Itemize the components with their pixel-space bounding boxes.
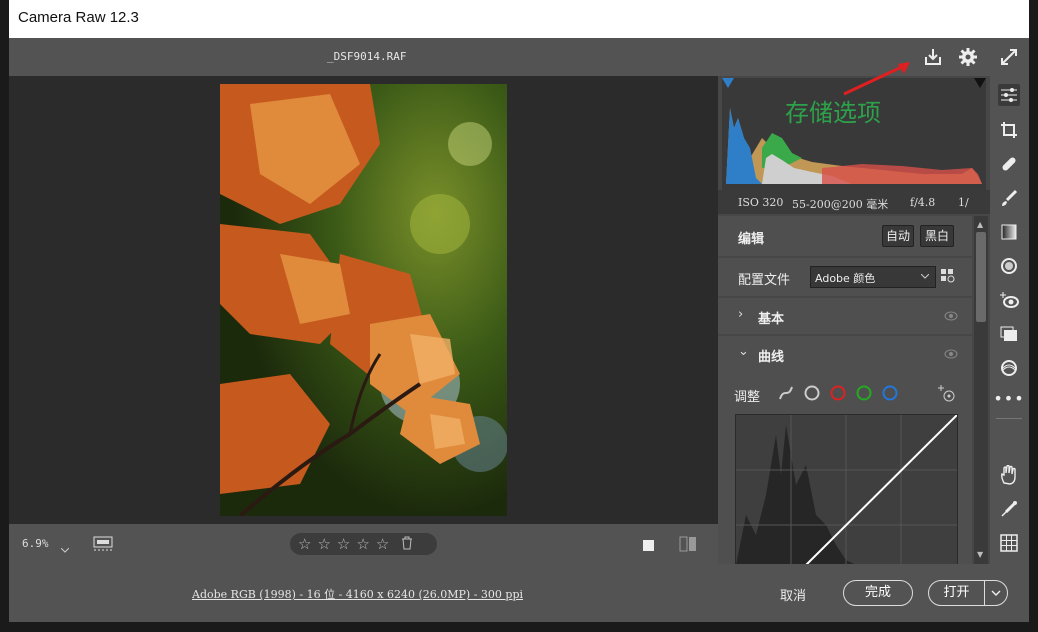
color-sampler-icon[interactable] bbox=[998, 498, 1020, 520]
chevron-down-icon bbox=[921, 274, 929, 279]
fullscreen-icon[interactable] bbox=[999, 47, 1019, 67]
image-canvas[interactable] bbox=[9, 76, 718, 524]
star-1-icon[interactable]: ☆ bbox=[298, 536, 311, 552]
targeted-adjustment-icon[interactable] bbox=[936, 383, 956, 403]
scrollbar-thumb[interactable] bbox=[976, 232, 986, 322]
parametric-curve-icon[interactable] bbox=[778, 385, 794, 401]
panel-basic-label: 基本 bbox=[758, 312, 785, 327]
scroll-up-icon[interactable]: ▲ bbox=[977, 220, 983, 229]
rgb-channel-icon[interactable] bbox=[804, 385, 820, 401]
annotation-arrow-icon bbox=[843, 62, 910, 96]
panel-scrollbar[interactable]: ▲ ▼ bbox=[974, 216, 988, 564]
shutter-value: 1/ bbox=[958, 196, 969, 209]
star-5-icon[interactable]: ☆ bbox=[376, 536, 389, 552]
black-white-button[interactable]: 黑白 bbox=[920, 225, 954, 247]
zoom-level[interactable]: 6.9% bbox=[22, 537, 49, 550]
lens-value: 55-200@200 毫米 bbox=[792, 198, 889, 211]
hand-tool-icon[interactable] bbox=[998, 464, 1020, 486]
open-button[interactable]: 打开 bbox=[929, 581, 984, 605]
cancel-button[interactable]: 取消 bbox=[780, 585, 806, 604]
profile-browser-icon[interactable] bbox=[940, 268, 956, 284]
radial-filter-icon[interactable] bbox=[998, 255, 1020, 277]
star-rating[interactable]: ☆ ☆ ☆ ☆ ☆ bbox=[290, 533, 437, 555]
canvas-bottom-bar: 6.9% ☆ ☆ ☆ ☆ ☆ bbox=[9, 524, 718, 564]
crop-icon[interactable] bbox=[998, 119, 1020, 141]
green-channel-icon[interactable] bbox=[856, 385, 872, 401]
chevron-down-icon[interactable]: ⌄ bbox=[738, 344, 749, 359]
presets-icon[interactable] bbox=[998, 357, 1020, 379]
open-button-divider bbox=[984, 581, 985, 605]
profile-row: 配置文件 Adobe 颜色 bbox=[718, 258, 972, 296]
save-options-icon[interactable] bbox=[923, 47, 943, 67]
toolstrip-divider bbox=[996, 418, 1022, 419]
open-options-chevron-icon[interactable] bbox=[991, 590, 1001, 597]
workflow-options-link[interactable]: Adobe RGB (1998) - 16 位 - 4160 x 6240 (2… bbox=[192, 586, 523, 602]
snapshots-icon[interactable] bbox=[998, 323, 1020, 345]
visibility-eye-icon[interactable] bbox=[944, 311, 958, 321]
trash-icon[interactable] bbox=[401, 535, 413, 554]
edit-title: 编辑 bbox=[738, 232, 765, 247]
photo-preview bbox=[220, 84, 507, 516]
camera-metadata: ISO 320 55-200@200 毫米 f/4.8 1/ bbox=[718, 190, 990, 214]
save-options-annotation: 存储选项 bbox=[785, 99, 881, 127]
file-name: _DSF9014.RAF bbox=[327, 50, 407, 63]
star-4-icon[interactable]: ☆ bbox=[356, 536, 369, 552]
chevron-right-icon: › bbox=[738, 307, 744, 322]
star-2-icon[interactable]: ☆ bbox=[317, 536, 330, 552]
before-after-icon[interactable] bbox=[679, 536, 697, 552]
edit-panel: ISO 320 55-200@200 毫米 f/4.8 1/ 编辑 自动 黑白 … bbox=[718, 62, 990, 566]
window-title: Camera Raw 12.3 bbox=[18, 9, 139, 26]
profile-select-value: Adobe 颜色 bbox=[815, 272, 876, 285]
red-eye-icon[interactable] bbox=[998, 289, 1020, 311]
edit-sliders-icon[interactable] bbox=[998, 84, 1020, 106]
panel-curve-label: 曲线 bbox=[758, 350, 785, 365]
zoom-dropdown-chevron-icon[interactable] bbox=[60, 539, 70, 558]
curve-graph[interactable] bbox=[735, 414, 958, 566]
preview-toggle-icon[interactable] bbox=[642, 538, 656, 552]
iso-value: ISO 320 bbox=[738, 196, 784, 209]
scroll-down-icon[interactable]: ▼ bbox=[977, 550, 983, 559]
edit-header: 编辑 自动 黑白 bbox=[718, 216, 972, 256]
aperture-value: f/4.8 bbox=[910, 196, 936, 209]
tool-strip: ••• bbox=[990, 76, 1029, 564]
title-bar: Camera Raw 12.3 bbox=[9, 0, 1029, 38]
footer-bar: Adobe RGB (1998) - 16 位 - 4160 x 6240 (2… bbox=[9, 564, 1029, 622]
red-channel-icon[interactable] bbox=[830, 385, 846, 401]
auto-button[interactable]: 自动 bbox=[882, 225, 914, 247]
profile-select[interactable]: Adobe 颜色 bbox=[810, 266, 936, 288]
settings-gear-icon[interactable] bbox=[958, 47, 978, 67]
graduated-filter-icon[interactable] bbox=[998, 221, 1020, 243]
grid-overlay-icon[interactable] bbox=[998, 532, 1020, 554]
open-button-group: 打开 bbox=[928, 580, 1008, 606]
adjustment-brush-icon[interactable] bbox=[998, 187, 1020, 209]
healing-brush-icon[interactable] bbox=[998, 153, 1020, 175]
visibility-eye-icon[interactable] bbox=[944, 349, 958, 359]
panel-curve: ⌄ 曲线 调整 bbox=[718, 336, 972, 566]
star-3-icon[interactable]: ☆ bbox=[337, 536, 350, 552]
curve-adjust-label: 调整 bbox=[734, 390, 761, 405]
done-button[interactable]: 完成 bbox=[843, 580, 913, 606]
more-icon[interactable]: ••• bbox=[993, 387, 1023, 409]
panel-basic[interactable]: › 基本 bbox=[718, 298, 972, 334]
profile-label: 配置文件 bbox=[738, 273, 791, 288]
filmstrip-icon[interactable] bbox=[93, 535, 115, 553]
blue-channel-icon[interactable] bbox=[882, 385, 898, 401]
